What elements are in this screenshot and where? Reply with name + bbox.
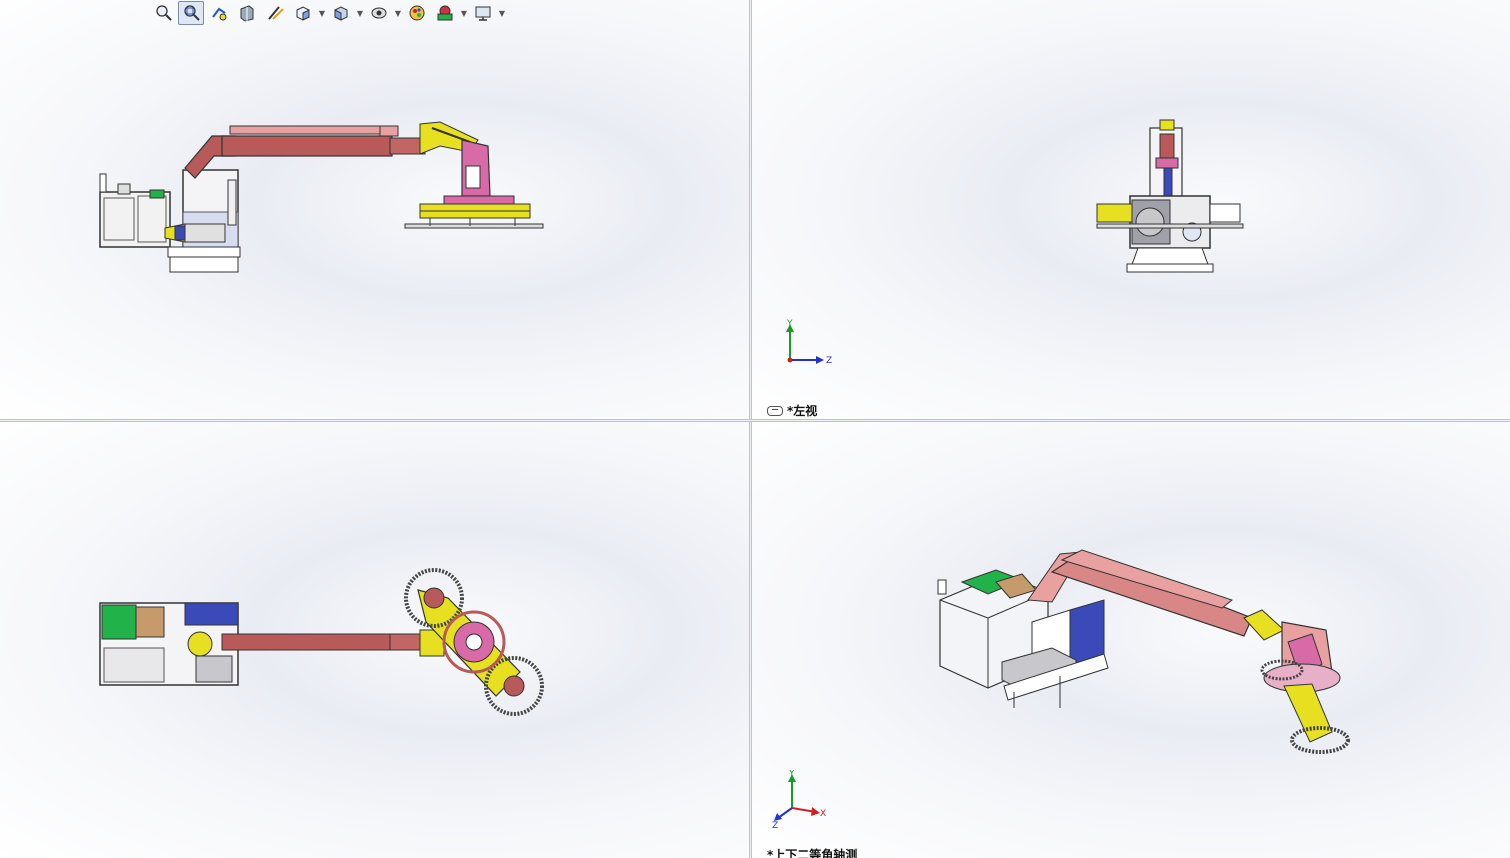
chevron-down-icon: ▼ (356, 8, 364, 18)
hide-show-items-button[interactable] (366, 1, 392, 25)
model-left-view (1096, 119, 1244, 273)
view-orientation-icon (296, 6, 310, 21)
model-dimetric-view (937, 549, 1350, 754)
link-view-icon[interactable] (767, 405, 783, 416)
dynamic-annotation-button[interactable] (262, 1, 288, 25)
view-name: *上下二等角轴测 (767, 848, 858, 858)
vertical-viewport-splitter[interactable] (749, 0, 752, 858)
viewport-left[interactable]: Y Z *左视 (752, 0, 1510, 419)
view-orientation-dropdown-arrow[interactable]: ▼ (318, 2, 326, 24)
previous-view-icon (212, 7, 227, 21)
triad-x-label: X (820, 809, 826, 819)
zoom-to-fit-button[interactable] (150, 1, 176, 25)
display-style-button[interactable] (328, 1, 354, 25)
zoom-to-area-icon (184, 5, 200, 21)
heads-up-view-toolbar: ▼ ▼ ▼ ▼ ▼ (150, 1, 506, 25)
model-front-view (99, 121, 544, 273)
view-name: *左视 (787, 404, 818, 418)
edit-appearance-icon (409, 5, 425, 21)
apply-scene-button[interactable] (432, 1, 458, 25)
chevron-down-icon: ▼ (394, 8, 402, 18)
view-settings-dropdown-arrow[interactable]: ▼ (498, 2, 506, 24)
chevron-down-icon: ▼ (318, 8, 326, 18)
chevron-down-icon: ▼ (460, 8, 468, 18)
previous-view-button[interactable] (206, 1, 232, 25)
triad-z-label: Z (826, 356, 832, 366)
viewport-dimetric[interactable]: Y X Z *上下二等角轴测 (752, 422, 1510, 858)
triad-z-label: Z (772, 821, 778, 830)
view-orientation-button[interactable] (290, 1, 316, 25)
view-label: *上下二等角轴测 (767, 846, 857, 858)
view-settings-icon (475, 6, 491, 21)
display-style-dropdown-arrow[interactable]: ▼ (356, 2, 364, 24)
edit-appearance-button[interactable] (404, 1, 430, 25)
apply-scene-dropdown-arrow[interactable]: ▼ (460, 2, 468, 24)
horizontal-viewport-splitter[interactable] (0, 419, 1510, 422)
hydraulic-unit (99, 191, 171, 248)
hide-show-items-icon (371, 7, 387, 19)
view-label: *左视 (767, 402, 817, 419)
apply-scene-icon (437, 5, 453, 21)
section-view-button[interactable] (234, 1, 260, 25)
chevron-down-icon: ▼ (498, 8, 506, 18)
coordinate-triad: Y X Z (772, 770, 826, 830)
dynamic-annotation-icon (268, 6, 284, 20)
zoom-to-fit-icon (156, 5, 172, 21)
coordinate-triad: Y Z (786, 319, 832, 366)
main-boom (221, 135, 393, 157)
zoom-to-area-button[interactable] (178, 1, 204, 25)
triad-y-label: Y (788, 770, 795, 779)
viewport-front[interactable] (0, 0, 749, 419)
view-settings-button[interactable] (470, 1, 496, 25)
triad-y-label: Y (786, 319, 793, 329)
viewport-top[interactable] (0, 422, 749, 858)
hide-show-items-dropdown-arrow[interactable]: ▼ (394, 2, 402, 24)
section-view-icon (240, 5, 254, 22)
main-boom-top (221, 633, 393, 651)
model-top-view (99, 568, 544, 716)
display-style-icon (334, 6, 348, 21)
